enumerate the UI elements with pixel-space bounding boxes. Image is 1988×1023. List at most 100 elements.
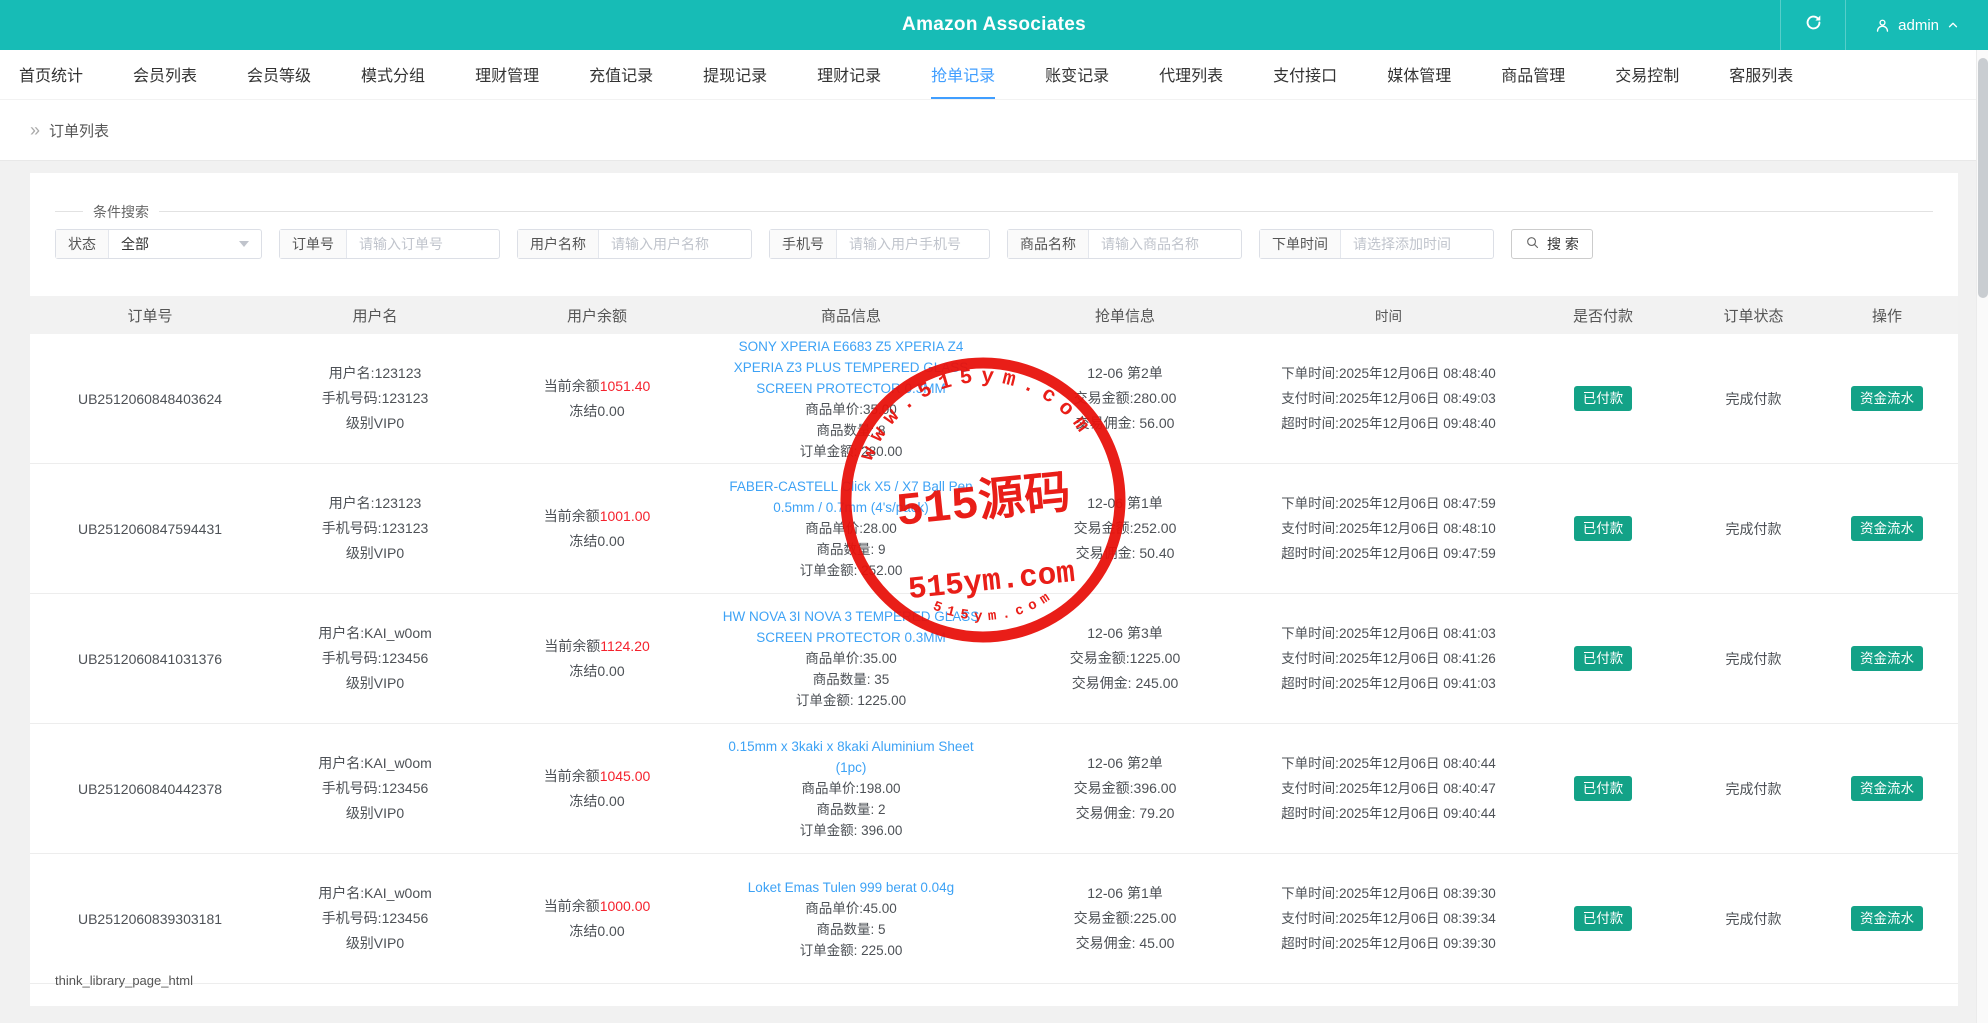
grab-info: 12-06 第1单交易金额:225.00交易佣金: 45.00 [988, 881, 1262, 956]
product-link[interactable]: Loket Emas Tulen 999 berat 0.04g [714, 877, 988, 898]
payment-status: 已付款 [1515, 906, 1691, 932]
grab-info: 12-06 第1单交易金额:252.00交易佣金: 50.40 [988, 491, 1262, 566]
product-link[interactable]: SONY XPERIA E6683 Z5 XPERIA Z4 XPERIA Z3… [714, 336, 988, 399]
search-button-label: 搜 索 [1547, 234, 1579, 254]
nav-tab-8[interactable]: 理财记录 [817, 50, 881, 99]
nav-tab-7[interactable]: 提现记录 [703, 50, 767, 99]
nav-tab-6[interactable]: 充值记录 [589, 50, 653, 99]
column-header: 订单号 [30, 305, 270, 326]
time-info: 下单时间:2025年12月06日 08:48:40支付时间:2025年12月06… [1262, 361, 1515, 436]
time-lines: 下单时间:2025年12月06日 08:40:44支付时间:2025年12月06… [1281, 751, 1496, 826]
row-actions: 资金流水 [1816, 906, 1958, 932]
grab-info: 12-06 第2单交易金额:280.00交易佣金: 56.00 [988, 361, 1262, 436]
nav-tab-13[interactable]: 媒体管理 [1387, 50, 1451, 99]
funds-flow-button[interactable]: 资金流水 [1851, 776, 1923, 802]
user-menu[interactable]: admin [1846, 0, 1988, 50]
row-actions: 资金流水 [1816, 386, 1958, 412]
nav-tab-5[interactable]: 理财管理 [475, 50, 539, 99]
funds-flow-button[interactable]: 资金流水 [1851, 906, 1923, 932]
top-header-bar: Amazon Associates admin [0, 0, 1988, 50]
nav-tab-2[interactable]: 会员列表 [133, 50, 197, 99]
page-footer-text: think_library_page_html [55, 973, 193, 988]
table-row: UB2512060839303181 用户名:KAI_w0om手机号码:1234… [30, 854, 1958, 984]
table-header-row: 订单号用户名用户余额商品信息抢单信息时间是否付款订单状态操作 [30, 296, 1958, 334]
nav-tab-3[interactable]: 会员等级 [247, 50, 311, 99]
search-field-5: 下单时间 [1259, 229, 1494, 259]
nav-tab-11[interactable]: 代理列表 [1159, 50, 1223, 99]
search-panel: 条件搜索 状态 全部 订单号用户名称手机号商品名称下单时间 [55, 211, 1933, 259]
funds-flow-button[interactable]: 资金流水 [1851, 516, 1923, 542]
frozen-amount: 冻结0.00 [480, 919, 714, 944]
search-button[interactable]: 搜 索 [1511, 229, 1593, 259]
field-input[interactable] [1341, 230, 1493, 258]
column-header: 时间 [1262, 305, 1515, 325]
product-info: 0.15mm x 3kaki x 8kaki Aluminium Sheet (… [714, 736, 988, 841]
product-info: SONY XPERIA E6683 Z5 XPERIA Z4 XPERIA Z3… [714, 336, 988, 462]
refresh-icon [1804, 13, 1823, 37]
balance-label: 当前余额 [544, 898, 600, 914]
table-row: UB2512060847594431 用户名:123123手机号码:123123… [30, 464, 1958, 594]
table-row: UB2512060841031376 用户名:KAI_w0om手机号码:1234… [30, 594, 1958, 724]
status-select[interactable]: 全部 [109, 230, 261, 258]
field-input[interactable] [837, 230, 989, 258]
time-info: 下单时间:2025年12月06日 08:47:59支付时间:2025年12月06… [1262, 491, 1515, 566]
scrollbar-thumb[interactable] [1978, 58, 1988, 298]
chevron-down-icon [239, 241, 249, 247]
refresh-button[interactable] [1781, 0, 1845, 50]
time-info: 下单时间:2025年12月06日 08:41:03支付时间:2025年12月06… [1262, 621, 1515, 696]
nav-tab-16[interactable]: 客服列表 [1729, 50, 1793, 99]
nav-tab-9[interactable]: 抢单记录 [931, 50, 995, 99]
user-balance: 当前余额1051.40 冻结0.00 [480, 374, 714, 424]
nav-tab-4[interactable]: 模式分组 [361, 50, 425, 99]
user-balance: 当前余额1001.00 冻结0.00 [480, 504, 714, 554]
search-field-2: 用户名称 [517, 229, 752, 259]
column-header: 用户余额 [480, 305, 714, 326]
paid-badge: 已付款 [1574, 646, 1633, 672]
frozen-amount: 冻结0.00 [480, 789, 714, 814]
field-input[interactable] [347, 230, 499, 258]
user-balance: 当前余额1000.00 冻结0.00 [480, 894, 714, 944]
field-label: 手机号 [770, 230, 837, 258]
nav-tab-1[interactable]: 首页统计 [19, 50, 83, 99]
balance-label: 当前余额 [544, 638, 600, 654]
nav-tab-14[interactable]: 商品管理 [1501, 50, 1565, 99]
main-content: 条件搜索 状态 全部 订单号用户名称手机号商品名称下单时间 [0, 161, 1988, 1006]
status-selected-value: 全部 [121, 234, 149, 254]
payment-status: 已付款 [1515, 516, 1691, 542]
field-input[interactable] [599, 230, 751, 258]
search-field-4: 商品名称 [1007, 229, 1242, 259]
field-input[interactable] [1089, 230, 1241, 258]
product-link[interactable]: 0.15mm x 3kaki x 8kaki Aluminium Sheet (… [714, 736, 988, 778]
paid-badge: 已付款 [1574, 386, 1633, 412]
payment-status: 已付款 [1515, 646, 1691, 672]
order-number: UB2512060840442378 [30, 781, 270, 797]
table-row: UB2512060840442378 用户名:KAI_w0om手机号码:1234… [30, 724, 1958, 854]
chevron-up-icon [1946, 18, 1960, 32]
payment-status: 已付款 [1515, 776, 1691, 802]
product-link[interactable]: FABER-CASTELL Click X5 / X7 Ball Pen 0.5… [714, 476, 988, 518]
funds-flow-button[interactable]: 资金流水 [1851, 386, 1923, 412]
nav-tab-12[interactable]: 支付接口 [1273, 50, 1337, 99]
order-number: UB2512060841031376 [30, 651, 270, 667]
order-status: 完成付款 [1691, 779, 1816, 799]
column-header: 订单状态 [1691, 305, 1816, 326]
balance-value: 1000.00 [600, 898, 651, 914]
row-actions: 资金流水 [1816, 776, 1958, 802]
funds-flow-button[interactable]: 资金流水 [1851, 646, 1923, 672]
product-info: Loket Emas Tulen 999 berat 0.04g 商品单价:45… [714, 877, 988, 961]
frozen-amount: 冻结0.00 [480, 399, 714, 424]
field-label: 下单时间 [1260, 230, 1341, 258]
breadcrumb-chevrons-icon: » [30, 121, 40, 139]
column-header: 用户名 [270, 305, 480, 326]
nav-tab-15[interactable]: 交易控制 [1615, 50, 1679, 99]
paid-badge: 已付款 [1574, 776, 1633, 802]
field-label: 用户名称 [518, 230, 599, 258]
nav-tab-10[interactable]: 账变记录 [1045, 50, 1109, 99]
balance-label: 当前余额 [544, 378, 600, 394]
product-link[interactable]: HW NOVA 3I NOVA 3 TEMPERED GLASS SCREEN … [714, 606, 988, 648]
content-card: 条件搜索 状态 全部 订单号用户名称手机号商品名称下单时间 [30, 173, 1958, 1006]
balance-label: 当前余额 [544, 768, 600, 784]
page-scrollbar[interactable] [1976, 50, 1988, 1023]
search-field-1: 订单号 [279, 229, 500, 259]
time-lines: 下单时间:2025年12月06日 08:48:40支付时间:2025年12月06… [1281, 361, 1496, 436]
